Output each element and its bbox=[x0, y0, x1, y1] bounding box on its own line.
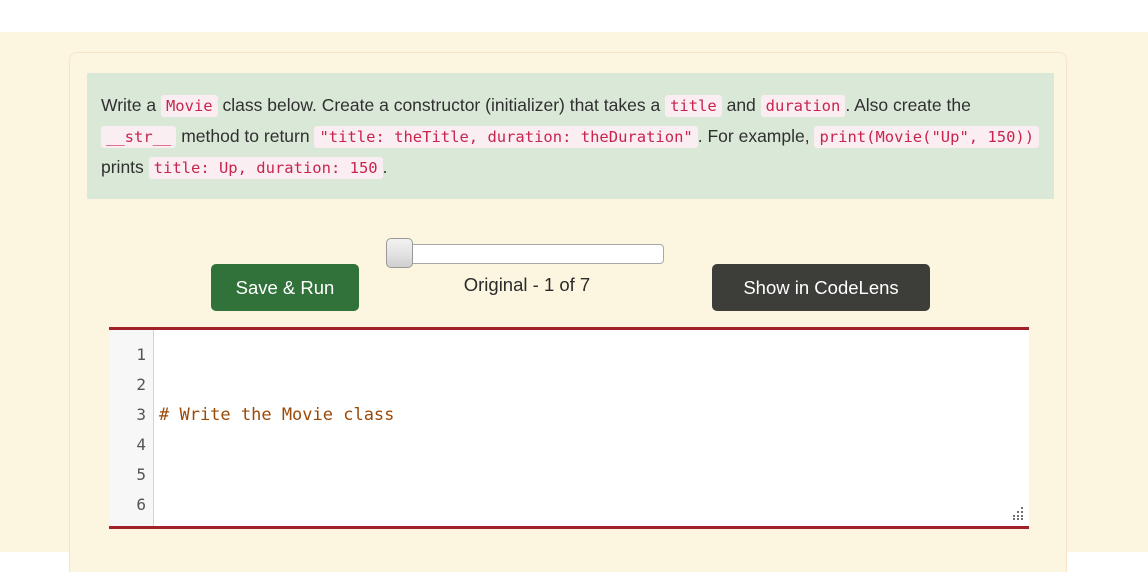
line-number: 1 bbox=[136, 345, 146, 364]
line-number: 3 bbox=[136, 405, 146, 424]
line-number: 2 bbox=[136, 375, 146, 394]
history-slider-handle[interactable] bbox=[386, 238, 413, 268]
inline-code-str-method: __str__ bbox=[101, 126, 177, 148]
code-text-area[interactable]: # Write the Movie class ​ # test the con… bbox=[154, 330, 1029, 526]
instructions-text-2: class below. Create a constructor (initi… bbox=[217, 95, 666, 115]
instructions-panel: Write a Movie class below. Create a cons… bbox=[87, 73, 1054, 199]
assignment-card: Write a Movie class below. Create a cons… bbox=[69, 52, 1067, 572]
inline-code-print-example: print(Movie("Up", 150)) bbox=[814, 126, 1040, 148]
inline-code-return-string: "title: theTitle, duration: theDuration" bbox=[314, 126, 698, 148]
controls-row: Save & Run Original - 1 of 7 Show in Cod… bbox=[70, 231, 1068, 313]
page-top-strip bbox=[0, 0, 1148, 32]
code-line: ​ bbox=[159, 490, 1029, 520]
instructions-text-6: . For example, bbox=[697, 126, 815, 146]
save-and-run-button[interactable]: Save & Run bbox=[211, 264, 359, 311]
show-in-codelens-button[interactable]: Show in CodeLens bbox=[712, 264, 930, 311]
instructions-text-4: . Also create the bbox=[845, 95, 971, 115]
code-token-comment: # Write the Movie class bbox=[159, 405, 395, 425]
line-number: 4 bbox=[136, 435, 146, 454]
code-line: # Write the Movie class bbox=[159, 400, 1029, 430]
history-slider-label: Original - 1 of 7 bbox=[463, 274, 591, 295]
code-editor[interactable]: 1 2 3 4 5 6 # Write the Movie class ​ # … bbox=[109, 327, 1029, 529]
instructions-text-5: method to return bbox=[176, 126, 315, 146]
instructions-text-1: Write a bbox=[101, 95, 161, 115]
inline-code-title: title bbox=[665, 95, 722, 117]
inline-code-expected-output: title: Up, duration: 150 bbox=[148, 157, 383, 179]
inline-code-duration: duration bbox=[760, 95, 846, 117]
instructions-text-7: prints bbox=[101, 157, 149, 177]
resize-grip-icon[interactable] bbox=[1010, 506, 1025, 521]
line-number: 6 bbox=[136, 495, 146, 514]
line-number-gutter: 1 2 3 4 5 6 bbox=[109, 330, 154, 526]
history-slider-track[interactable] bbox=[408, 244, 664, 264]
instructions-text-3: and bbox=[721, 95, 761, 115]
page-body: Write a Movie class below. Create a cons… bbox=[0, 32, 1148, 572]
instructions-text-8: . bbox=[382, 157, 388, 177]
inline-code-movie: Movie bbox=[160, 95, 218, 117]
line-number: 5 bbox=[136, 465, 146, 484]
history-slider-group: Original - 1 of 7 bbox=[386, 231, 668, 313]
